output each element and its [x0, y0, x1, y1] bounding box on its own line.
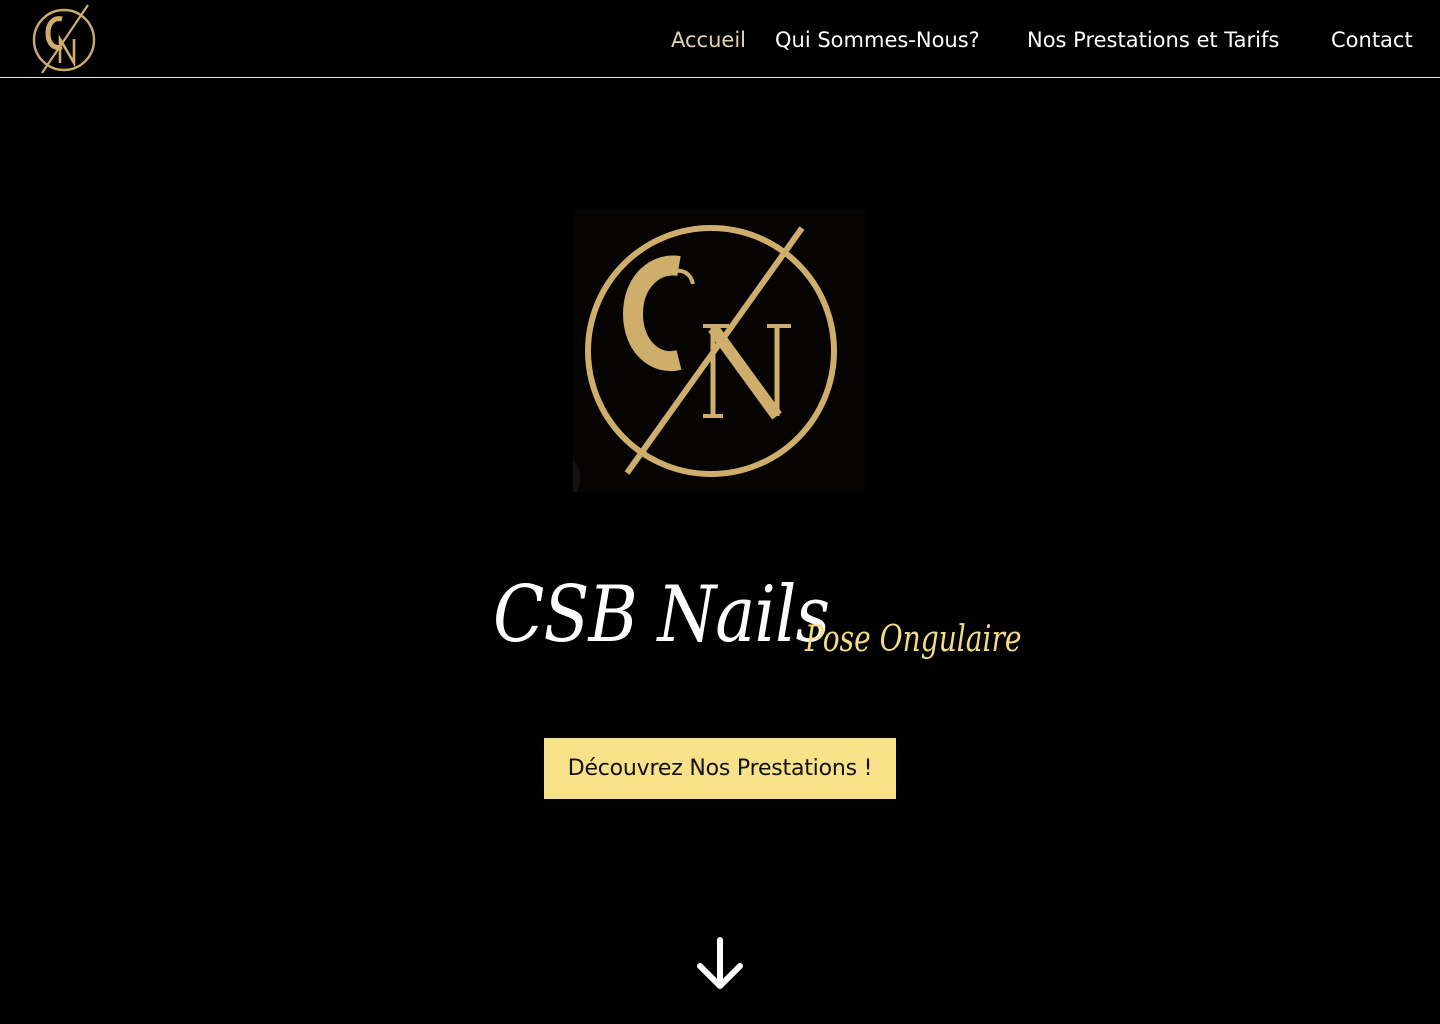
brand-title: CSB Nails: [493, 570, 830, 661]
nav-logo[interactable]: [28, 3, 100, 75]
cn-monogram-icon: [32, 4, 96, 74]
nav-item-accueil[interactable]: Accueil: [671, 26, 746, 54]
nav-item-contact[interactable]: Contact: [1331, 26, 1413, 54]
arrow-down-icon: [697, 937, 743, 989]
nav-item-qui-sommes-nous[interactable]: Qui Sommes-Nous?: [775, 26, 980, 54]
nav-item-nos-prestations-et-tarifs[interactable]: Nos Prestations et Tarifs: [1027, 26, 1279, 54]
hero-logo: [573, 210, 865, 492]
discover-services-button[interactable]: Découvrez Nos Prestations !: [544, 738, 896, 799]
brand-subtitle: Pose Ongulaire: [805, 619, 1022, 660]
scroll-down-button[interactable]: [694, 936, 746, 992]
top-navigation-bar: Accueil Qui Sommes-Nous? Nos Prestations…: [0, 0, 1440, 78]
cn-monogram-large-icon: [573, 210, 865, 492]
